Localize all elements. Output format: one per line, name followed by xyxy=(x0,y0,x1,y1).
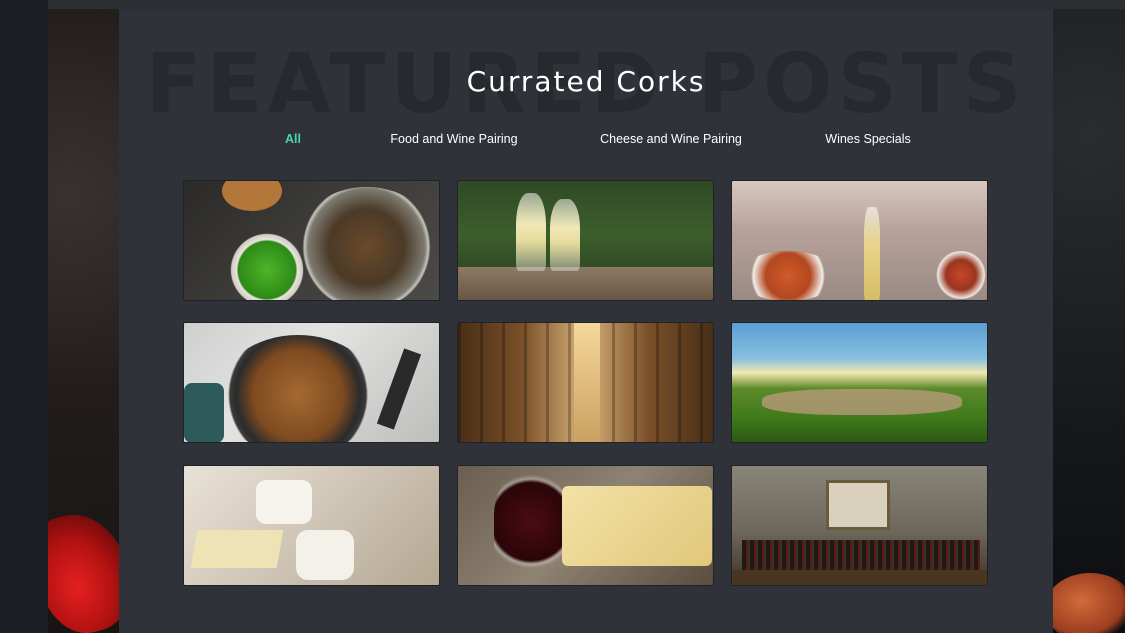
filter-food-and-wine-pairing[interactable]: Food and Wine Pairing xyxy=(390,132,517,146)
post-thumbnail-vineyard-landscape[interactable] xyxy=(731,322,988,443)
post-thumbnail-barrel-cellar[interactable] xyxy=(457,322,714,443)
filter-cheese-and-wine-pairing[interactable]: Cheese and Wine Pairing xyxy=(600,132,742,146)
orange-leaf-image xyxy=(1053,573,1125,633)
left-background-photo xyxy=(48,9,119,633)
post-thumbnail-mushroom-dish[interactable] xyxy=(183,180,440,301)
left-rail xyxy=(0,0,48,633)
page-title: Currated Corks xyxy=(466,65,706,98)
right-background-photo xyxy=(1053,9,1125,633)
post-thumbnail-skillet-dish[interactable] xyxy=(183,322,440,443)
category-filters: All Food and Wine Pairing Cheese and Win… xyxy=(119,132,1053,152)
post-thumbnail-red-wine-cheese[interactable] xyxy=(457,465,714,586)
filter-all[interactable]: All xyxy=(285,132,301,146)
post-thumbnail-dinner-table[interactable] xyxy=(731,180,988,301)
red-leaf-image xyxy=(48,503,119,633)
post-thumbnail-white-wine-glasses[interactable] xyxy=(457,180,714,301)
filter-wines-specials[interactable]: Wines Specials xyxy=(825,132,910,146)
featured-posts-panel: FEATURED POSTS Currated Corks All Food a… xyxy=(119,9,1053,633)
post-thumbnail-wine-cellar-shelf[interactable] xyxy=(731,465,988,586)
top-strip xyxy=(0,0,1125,9)
post-thumbnail-cheese-board[interactable] xyxy=(183,465,440,586)
